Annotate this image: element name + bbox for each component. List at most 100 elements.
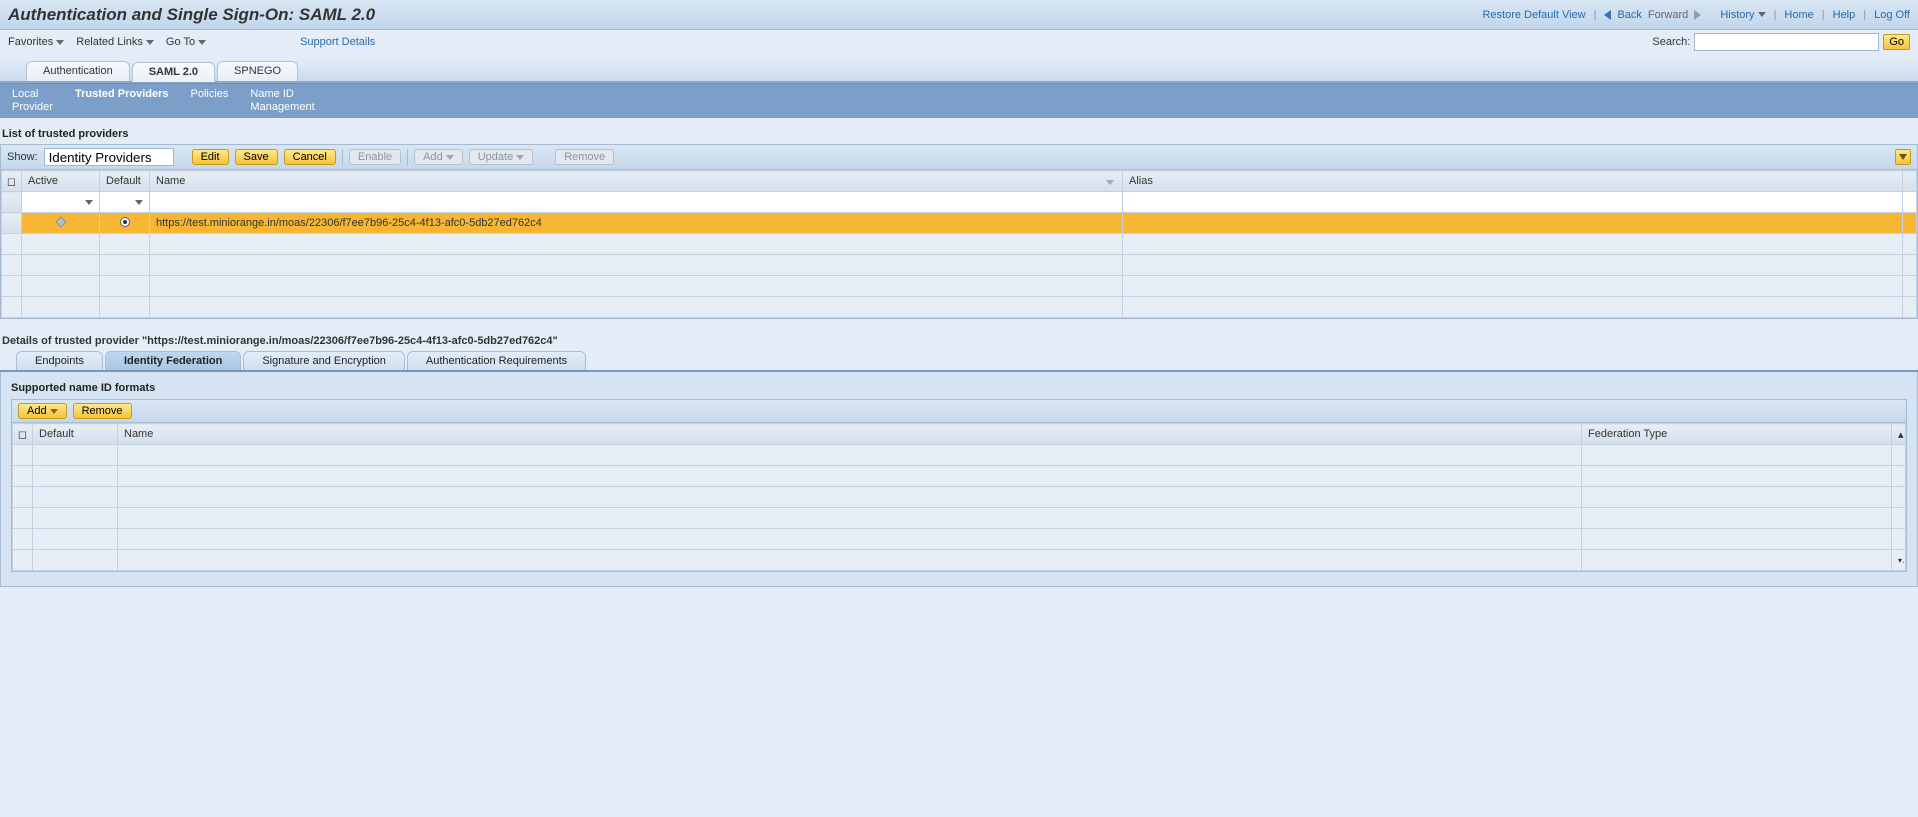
chevron-down-icon: [50, 409, 58, 414]
funnel-icon: [1899, 154, 1907, 160]
back-link[interactable]: Back: [1617, 9, 1641, 21]
table-row[interactable]: [2, 255, 1917, 276]
favorites-menu[interactable]: Favorites: [8, 36, 64, 48]
separator: [407, 149, 408, 165]
chevron-down-icon: [85, 200, 93, 205]
remove-button[interactable]: Remove: [555, 149, 614, 165]
show-label: Show:: [7, 151, 38, 163]
table-row[interactable]: https://test.miniorange.in/moas/22306/f7…: [2, 213, 1917, 234]
tab-signature-encryption[interactable]: Signature and Encryption: [243, 351, 405, 370]
separator: |: [1772, 9, 1779, 21]
table-row[interactable]: [2, 234, 1917, 255]
table-row[interactable]: [13, 508, 1906, 529]
tab-spnego[interactable]: SPNEGO: [217, 61, 298, 81]
back-arrow-icon: [1604, 10, 1611, 20]
cancel-button[interactable]: Cancel: [284, 149, 336, 165]
subnav-local-provider[interactable]: LocalProvider: [8, 87, 57, 115]
filter-row-icon[interactable]: [2, 192, 22, 213]
forward-arrow-icon: [1694, 10, 1701, 20]
menu-items: Favorites Related Links Go To Support De…: [8, 36, 375, 48]
tab-auth-requirements[interactable]: Authentication Requirements: [407, 351, 586, 370]
separator: |: [1820, 9, 1827, 21]
filter-alias[interactable]: [1123, 192, 1903, 213]
chevron-down-icon: [446, 155, 454, 160]
home-link[interactable]: Home: [1784, 9, 1813, 21]
scrollbar-header[interactable]: ▴: [1892, 424, 1906, 445]
tab-identity-federation[interactable]: Identity Federation: [105, 351, 241, 370]
table-row[interactable]: [13, 487, 1906, 508]
chevron-down-icon: [56, 40, 64, 45]
chevron-down-icon: [135, 200, 143, 205]
tab-authentication[interactable]: Authentication: [26, 61, 130, 81]
chevron-down-icon: [146, 40, 154, 45]
table-row[interactable]: [13, 445, 1906, 466]
scrollbar-header: [1903, 171, 1917, 192]
details-tabs: Endpoints Identity Federation Signature …: [0, 351, 1918, 372]
table-row[interactable]: [2, 276, 1917, 297]
provider-alias-cell: [1123, 213, 1903, 234]
add-button[interactable]: Add: [414, 149, 463, 165]
tab-saml[interactable]: SAML 2.0: [132, 62, 215, 82]
enable-button[interactable]: Enable: [349, 149, 401, 165]
subnav-policies[interactable]: Policies: [187, 87, 233, 102]
details-heading: Details of trusted provider "https://tes…: [0, 319, 1918, 351]
subnav-nameid-management[interactable]: Name IDManagement: [246, 87, 318, 115]
separator: |: [1861, 9, 1868, 21]
details-panel: Supported name ID formats Add Remove ◻ D…: [0, 372, 1918, 587]
nameid-table: ◻ Default Name Federation Type ▴ ▾: [11, 423, 1907, 572]
default-radio-icon[interactable]: [120, 217, 130, 227]
show-select[interactable]: [44, 148, 174, 166]
column-name[interactable]: Name: [150, 171, 1123, 192]
table-row[interactable]: ▾: [13, 550, 1906, 571]
providers-toolbar: Show: Edit Save Cancel Enable Add Update…: [0, 144, 1918, 170]
status-diamond-icon: [55, 216, 66, 227]
chevron-down-icon: [198, 40, 206, 45]
column-name[interactable]: Name: [118, 424, 1582, 445]
column-alias[interactable]: Alias: [1123, 171, 1903, 192]
restore-default-view-link[interactable]: Restore Default View: [1482, 9, 1585, 21]
update-button[interactable]: Update: [469, 149, 533, 165]
separator: |: [1592, 9, 1599, 21]
select-all-header[interactable]: ◻: [13, 424, 33, 445]
search-input[interactable]: [1694, 33, 1879, 51]
chevron-down-icon: [1758, 12, 1766, 17]
save-button[interactable]: Save: [235, 149, 278, 165]
column-federation-type[interactable]: Federation Type: [1582, 424, 1892, 445]
filter-name[interactable]: [150, 192, 1123, 213]
filter-button[interactable]: [1895, 149, 1911, 165]
search-label: Search:: [1652, 36, 1690, 48]
history-link[interactable]: History: [1720, 9, 1765, 21]
edit-button[interactable]: Edit: [192, 149, 229, 165]
filter-default[interactable]: [100, 192, 150, 213]
nameid-toolbar: Add Remove: [11, 399, 1907, 423]
table-row[interactable]: [2, 297, 1917, 318]
subnav-trusted-providers[interactable]: Trusted Providers: [71, 87, 173, 102]
goto-menu[interactable]: Go To: [166, 36, 206, 48]
chevron-down-icon: [516, 155, 524, 160]
scrollbar[interactable]: [1903, 192, 1917, 213]
separator: [1707, 9, 1714, 21]
sort-icon: [1106, 180, 1114, 185]
nameid-remove-button[interactable]: Remove: [73, 403, 132, 419]
forward-link[interactable]: Forward: [1648, 9, 1688, 21]
separator: [342, 149, 343, 165]
select-all-header[interactable]: ◻: [2, 171, 22, 192]
sub-navigation: LocalProvider Trusted Providers Policies…: [0, 83, 1918, 118]
header-links: Restore Default View | Back Forward Hist…: [1482, 9, 1910, 21]
go-button[interactable]: Go: [1883, 34, 1910, 50]
support-details-link[interactable]: Support Details: [300, 36, 375, 48]
logoff-link[interactable]: Log Off: [1874, 9, 1910, 21]
tab-endpoints[interactable]: Endpoints: [16, 351, 103, 370]
filter-active[interactable]: [22, 192, 100, 213]
table-row[interactable]: [13, 529, 1906, 550]
related-links-menu[interactable]: Related Links: [76, 36, 154, 48]
nameid-add-button[interactable]: Add: [18, 403, 67, 419]
column-default[interactable]: Default: [100, 171, 150, 192]
help-link[interactable]: Help: [1833, 9, 1856, 21]
providers-heading: List of trusted providers: [0, 118, 1918, 144]
column-active[interactable]: Active: [22, 171, 100, 192]
main-tabs: Authentication SAML 2.0 SPNEGO: [0, 57, 1918, 83]
title-bar: Authentication and Single Sign-On: SAML …: [0, 0, 1918, 30]
column-default[interactable]: Default: [33, 424, 118, 445]
table-row[interactable]: [13, 466, 1906, 487]
